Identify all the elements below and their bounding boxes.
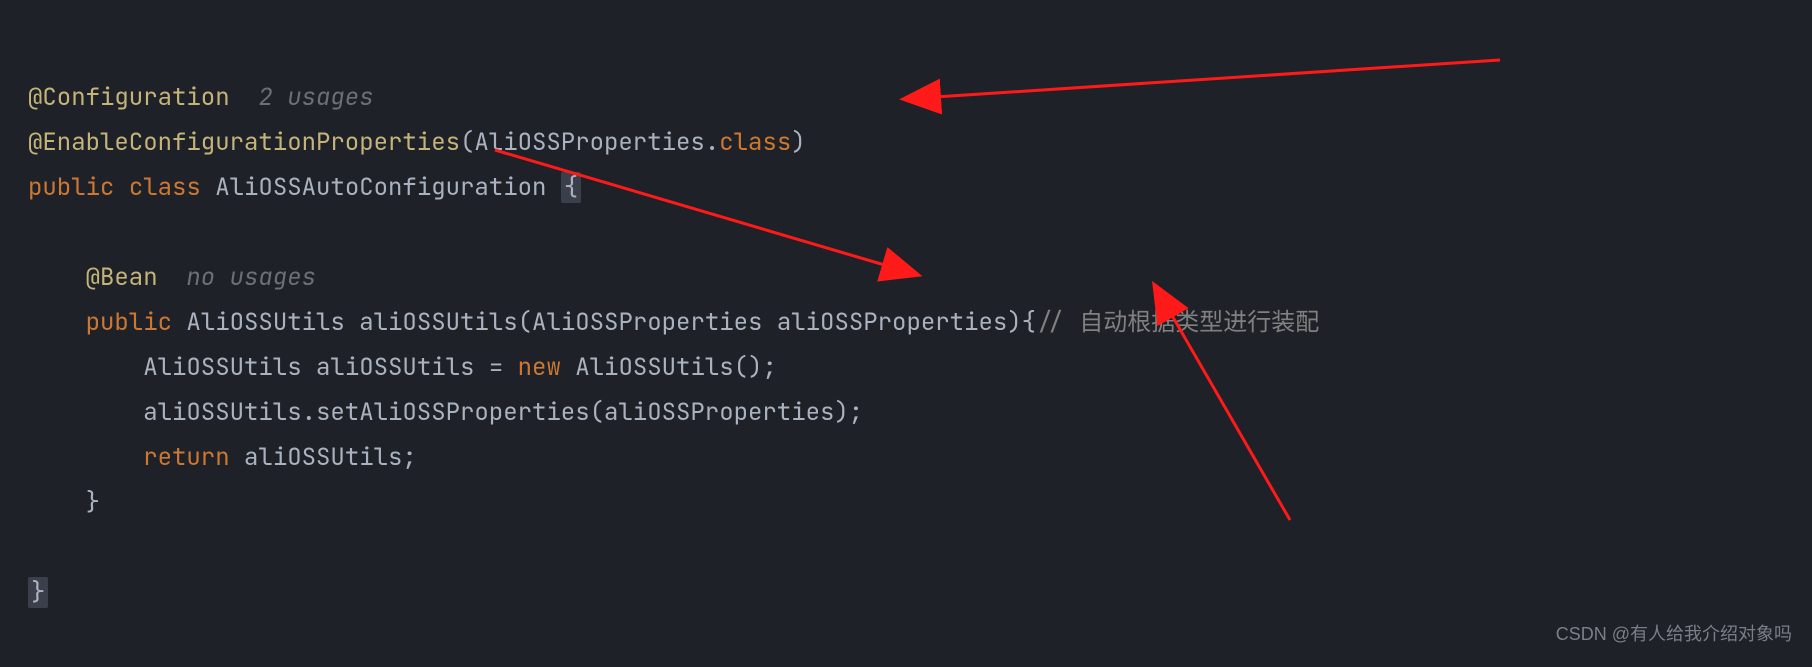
code-line: public AliOSSUtils aliOSSUtils(AliOSSPro… [28, 307, 1319, 338]
code-line: @Bean no usages [28, 262, 316, 293]
method-name: aliOSSUtils [359, 307, 517, 338]
annotation-enable-config-props: @EnableConfigurationProperties [28, 127, 460, 158]
annotation-configuration: @Configuration [28, 82, 230, 113]
watermark-text: CSDN @有人给我介绍对象吗 [1556, 612, 1792, 657]
code-editor[interactable]: @Configuration 2 usages @EnableConfigura… [28, 30, 1319, 615]
usages-hint[interactable]: no usages [158, 262, 316, 293]
code-line: } [28, 577, 48, 608]
code-line: } [28, 487, 100, 518]
parameter-name: aliOSSProperties [777, 307, 1007, 338]
class-name: AliOSSAutoConfiguration [215, 172, 561, 203]
brace-close: } [28, 577, 48, 608]
code-line: @EnableConfigurationProperties(AliOSSPro… [28, 127, 806, 158]
inline-comment: // 自动根据类型进行装配 [1036, 307, 1319, 338]
usages-hint[interactable]: 2 usages [230, 82, 374, 113]
code-line: return aliOSSUtils; [28, 442, 417, 473]
code-line: @Configuration 2 usages [28, 82, 374, 113]
class-ref: AliOSSProperties [474, 127, 704, 158]
annotation-bean: @Bean [86, 262, 158, 293]
brace-open: { [561, 172, 581, 203]
code-line: AliOSSUtils aliOSSUtils = new AliOSSUtil… [28, 352, 777, 383]
code-line: public class AliOSSAutoConfiguration { [28, 172, 581, 203]
code-line: aliOSSUtils.setAliOSSProperties(aliOSSPr… [28, 397, 863, 428]
